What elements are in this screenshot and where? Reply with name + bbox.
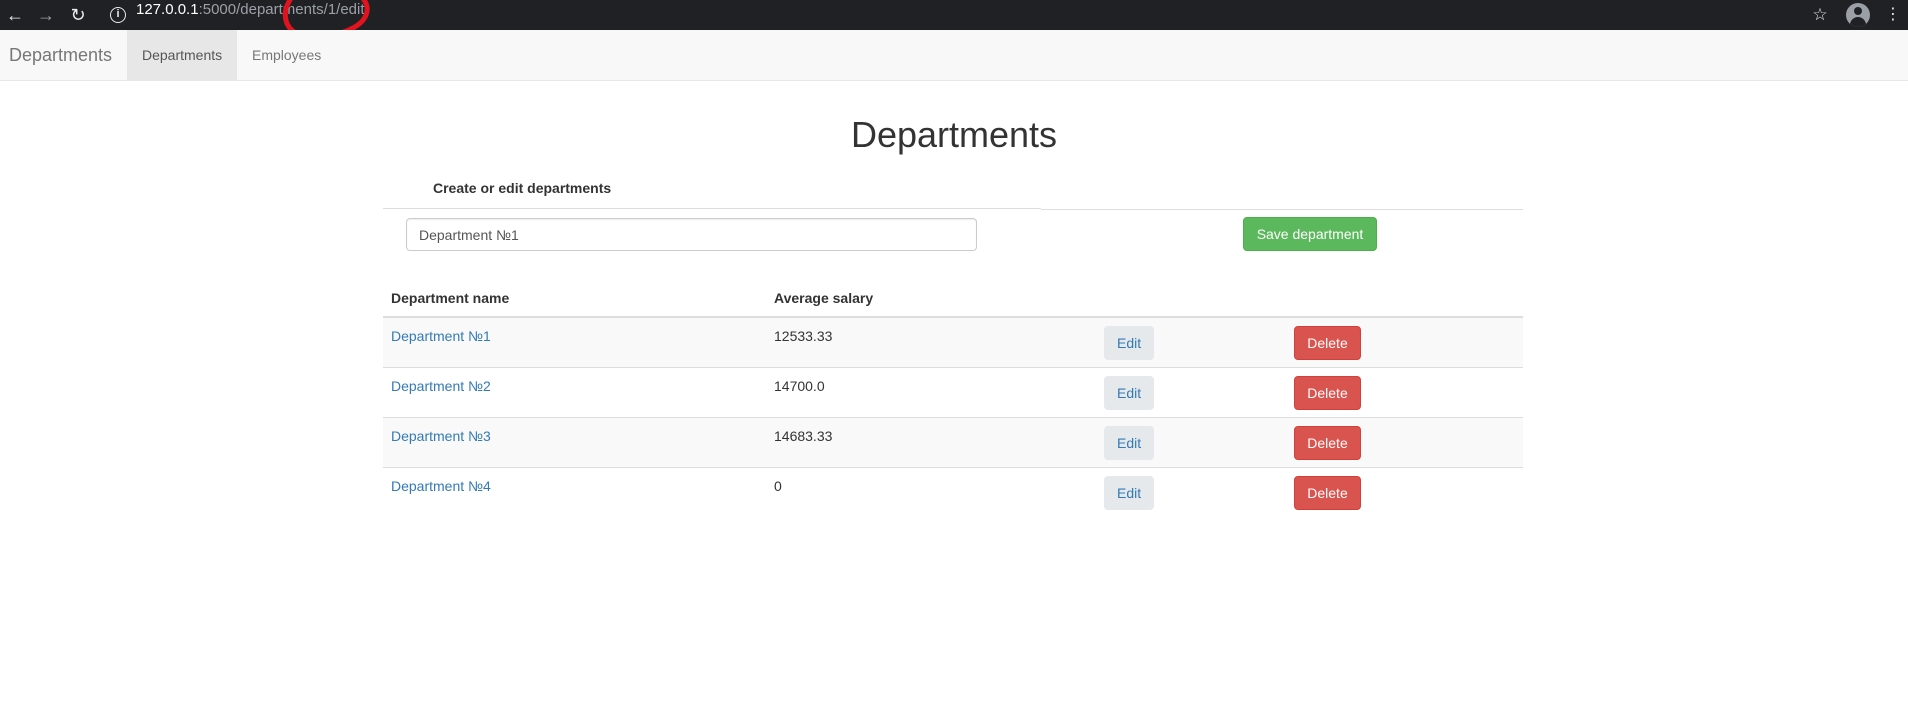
department-link[interactable]: Department №3 <box>391 428 491 444</box>
delete-button[interactable]: Delete <box>1294 326 1361 360</box>
department-name-input[interactable] <box>406 218 977 251</box>
table-row: Department №3 14683.33 Edit Delete <box>383 418 1523 468</box>
average-salary: 12533.33 <box>774 328 833 344</box>
average-salary: 14683.33 <box>774 428 833 444</box>
navbar: Departments Departments Employees <box>0 30 1908 81</box>
department-link[interactable]: Department №4 <box>391 478 491 494</box>
account-icon[interactable] <box>1846 3 1870 27</box>
divider <box>1041 209 1523 210</box>
departments-table: Department name Average salary Departmen… <box>383 286 1523 518</box>
average-salary: 0 <box>774 478 782 494</box>
star-icon[interactable]: ☆ <box>1808 0 1832 30</box>
more-vert-icon[interactable]: ⋮ <box>1881 0 1905 30</box>
edit-button[interactable]: Edit <box>1104 476 1154 510</box>
info-icon[interactable] <box>110 7 126 23</box>
save-department-button[interactable]: Save department <box>1243 217 1377 251</box>
table-row: Department №4 0 Edit Delete <box>383 468 1523 518</box>
forward-arrow-icon[interactable]: → <box>34 0 58 30</box>
edit-button[interactable]: Edit <box>1104 376 1154 410</box>
reload-icon[interactable]: ↻ <box>66 0 90 30</box>
table-row: Department №1 12533.33 Edit Delete <box>383 318 1523 368</box>
url-path: :5000/departments/1/edit <box>198 1 365 18</box>
browser-toolbar: ← → ↻ 127.0.0.1:5000/departments/1/edit … <box>0 0 1908 40</box>
edit-button[interactable]: Edit <box>1104 426 1154 460</box>
department-link[interactable]: Department №1 <box>391 328 491 344</box>
delete-button[interactable]: Delete <box>1294 376 1361 410</box>
url-host: 127.0.0.1 <box>136 1 199 18</box>
nav-item-departments[interactable]: Departments <box>127 30 237 80</box>
table-header: Department name Average salary <box>383 286 1523 318</box>
column-header-name: Department name <box>391 290 510 306</box>
average-salary: 14700.0 <box>774 378 825 394</box>
divider <box>383 208 1041 209</box>
nav-item-employees[interactable]: Employees <box>237 30 336 80</box>
table-row: Department №2 14700.0 Edit Delete <box>383 368 1523 418</box>
back-arrow-icon[interactable]: ← <box>3 0 27 30</box>
page-title: Departments <box>850 114 1058 155</box>
column-header-salary: Average salary <box>774 290 874 306</box>
delete-button[interactable]: Delete <box>1294 476 1361 510</box>
delete-button[interactable]: Delete <box>1294 426 1361 460</box>
edit-button[interactable]: Edit <box>1104 326 1154 360</box>
department-link[interactable]: Department №2 <box>391 378 491 394</box>
navbar-brand[interactable]: Departments <box>9 30 112 81</box>
address-bar[interactable]: 127.0.0.1:5000/departments/1/edit <box>136 0 365 30</box>
form-label: Create or edit departments <box>433 180 612 196</box>
